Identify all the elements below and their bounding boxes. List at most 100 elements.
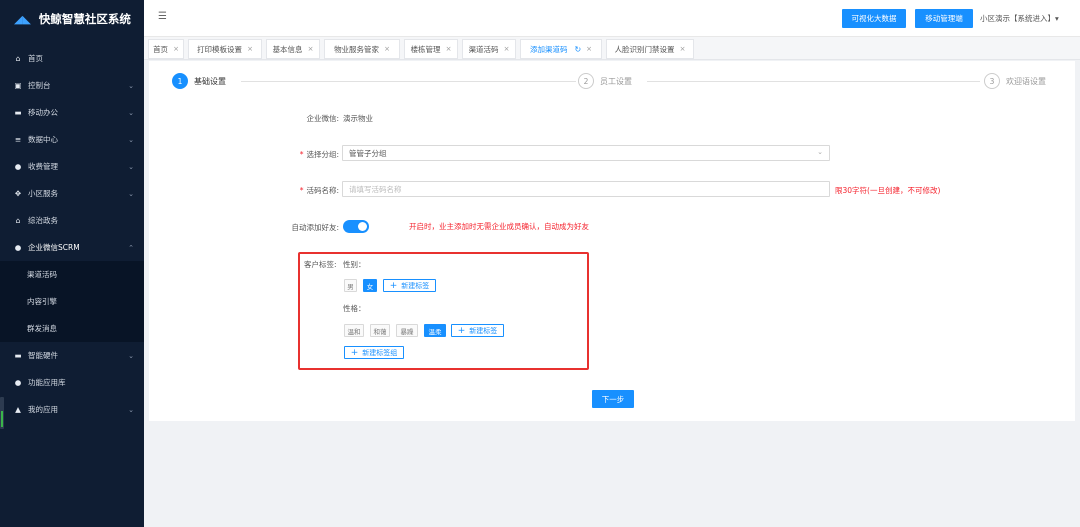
customer-tag-box: 客户标签: 性别： 男 女 + 新建标签 性格： 温和 和蔼 暴躁 温柔 + 新建标… <box>298 252 589 370</box>
close-icon[interactable]: × <box>586 45 592 53</box>
tab-label: 首页 <box>153 44 169 54</box>
auto-friend-hint: 开启时，业主添加时无需企业成员确认，自动成为好友 <box>409 222 589 231</box>
sidebar-item-label: 控制台 <box>28 81 51 90</box>
sidebar-item-label: 我的应用 <box>28 405 58 414</box>
whale-logo-icon: ◢◣ <box>14 12 31 26</box>
sidebar-item-my-apps[interactable]: ▲ 我的应用 ⌄ <box>0 396 144 423</box>
group-select[interactable]: 管管子分组 ⌄ <box>342 145 830 161</box>
close-icon[interactable]: × <box>173 45 179 53</box>
refresh-icon[interactable]: ↻ <box>574 45 581 54</box>
home-icon: ⌂ <box>15 54 21 63</box>
sidebar-item-label: 首页 <box>28 54 43 63</box>
sidebar-item-hardware[interactable]: ▬ 智能硬件 ⌄ <box>0 342 144 369</box>
money-bag-icon: ● <box>14 162 22 171</box>
tab-label: 打印模板设置 <box>197 44 243 54</box>
code-name-hint: 限30字符(一旦创建，不可修改) <box>835 186 941 195</box>
tag-female[interactable]: 女 <box>363 279 377 292</box>
tab-basic-info[interactable]: 基本信息 × <box>266 39 320 59</box>
step-employee-settings[interactable]: 2 员工设置 <box>578 73 632 89</box>
sidebar-subitem-content-engine[interactable]: 内容引擎 <box>0 288 144 315</box>
sidebar-item-billing[interactable]: ● 收费管理 ⌄ <box>0 153 144 180</box>
plus-icon: + <box>457 325 466 336</box>
sidebar-item-community-service[interactable]: ✥ 小区服务 ⌄ <box>0 180 144 207</box>
group-select-value: 管管子分组 <box>349 148 387 158</box>
menu-toggle-icon[interactable]: ☰ <box>158 11 167 22</box>
sidebar-item-home[interactable]: ⌂ 首页 <box>0 45 144 72</box>
tag-gentle[interactable]: 温和 <box>344 324 364 337</box>
sidebar-item-data-center[interactable]: ≡ 数据中心 ⌄ <box>0 126 144 153</box>
close-icon[interactable]: × <box>308 45 314 53</box>
sidebar-item-console[interactable]: ▣ 控制台 ⌄ <box>0 72 144 99</box>
tab-label: 物业服务管家 <box>334 44 380 54</box>
step-basic-settings[interactable]: 1 基础设置 <box>172 73 226 89</box>
sidebar-item-scrm[interactable]: ● 企业微信SCRM ⌃ <box>0 234 144 261</box>
new-tag-button[interactable]: + 新建标签 <box>383 279 436 292</box>
close-icon[interactable]: × <box>504 45 510 53</box>
bigdata-button[interactable]: 可视化大数据 <box>842 9 906 28</box>
auto-friend-label: 自动添加好友: <box>291 223 339 232</box>
sidebar-item-label: 移动办公 <box>28 108 58 117</box>
new-tag-button[interactable]: + 新建标签 <box>451 324 504 337</box>
close-icon[interactable]: × <box>384 45 390 53</box>
enterprise-label: 企业微信: <box>306 114 339 123</box>
close-icon[interactable]: × <box>680 45 686 53</box>
tab-label: 人脸识别门禁设置 <box>614 44 675 54</box>
sidebar-scroll-handle[interactable] <box>0 397 4 429</box>
tab-print-template[interactable]: 打印模板设置 × <box>188 39 262 59</box>
scrm-submenu: 渠道活码 内容引擎 群发消息 <box>0 261 144 342</box>
tab-channel-code[interactable]: 渠道活码 × <box>462 39 516 59</box>
chevron-down-icon: ⌄ <box>128 81 134 90</box>
step-welcome-settings[interactable]: 3 欢迎语设置 <box>984 73 1046 89</box>
plus-icon: + <box>389 280 398 291</box>
tab-home[interactable]: 首页 × <box>148 39 184 59</box>
sidebar-item-governance[interactable]: ⌂ 综治政务 <box>0 207 144 234</box>
customer-tag-label: 客户标签: <box>304 260 337 269</box>
close-icon[interactable]: × <box>247 45 253 53</box>
chevron-down-icon: ⌄ <box>817 148 823 156</box>
tag-irritable[interactable]: 暴躁 <box>396 324 418 337</box>
user-dropdown[interactable]: 小区演示【系统进入】▾ <box>980 13 1059 24</box>
chevron-up-icon: ⌃ <box>128 243 134 252</box>
sidebar-subitem-channel-code[interactable]: 渠道活码 <box>0 261 144 288</box>
sidebar-menu: ⌂ 首页 ▣ 控制台 ⌄ ▬ 移动办公 ⌄ ≡ 数据中心 ⌄ ● 收费管理 ⌄ … <box>0 45 144 423</box>
step-label: 欢迎语设置 <box>1006 76 1046 86</box>
chevron-down-icon: ⌄ <box>128 189 134 198</box>
mobile-admin-button[interactable]: 移动管理端 <box>915 9 973 28</box>
sidebar-item-mobile-office[interactable]: ▬ 移动办公 ⌄ <box>0 99 144 126</box>
close-icon[interactable]: × <box>446 45 452 53</box>
new-tag-group-button[interactable]: + 新建标签组 <box>344 346 404 359</box>
app-library-icon: ● <box>14 378 22 387</box>
app-logo: ◢◣ 快鲸智慧社区系统 <box>0 0 144 38</box>
auto-friend-toggle[interactable] <box>343 220 369 233</box>
sidebar-item-label: 综治政务 <box>28 216 58 225</box>
next-step-button[interactable]: 下一步 <box>592 390 634 408</box>
tag-tender[interactable]: 温柔 <box>424 324 446 337</box>
step-connector <box>241 81 576 82</box>
app-title: 快鲸智慧社区系统 <box>38 12 131 26</box>
tab-property-butler[interactable]: 物业服务管家 × <box>324 39 400 59</box>
sidebar-item-label: 企业微信SCRM <box>28 243 80 252</box>
group-label: * 选择分组: <box>299 150 339 159</box>
chevron-down-icon: ⌄ <box>128 351 134 360</box>
chevron-down-icon: ⌄ <box>128 162 134 171</box>
sidebar-subitem-mass-message[interactable]: 群发消息 <box>0 315 144 342</box>
code-name-label: * 活码名称: <box>299 186 339 195</box>
tag-male[interactable]: 男 <box>344 279 357 292</box>
step-number: 2 <box>578 73 594 89</box>
gender-group-label: 性别： <box>343 260 366 269</box>
step-label: 员工设置 <box>600 76 632 86</box>
sidebar-item-app-library[interactable]: ● 功能应用库 <box>0 369 144 396</box>
tab-add-channel-code[interactable]: 添加渠道码 ↻ × <box>520 39 602 59</box>
hardware-icon: ▬ <box>14 351 22 360</box>
tab-building-management[interactable]: 楼栋管理 × <box>404 39 458 59</box>
step-connector <box>647 81 980 82</box>
government-icon: ⌂ <box>15 216 21 225</box>
top-header: ☰ 可视化大数据 移动管理端 小区演示【系统进入】▾ <box>144 0 1080 37</box>
tab-label: 添加渠道码 <box>529 44 568 54</box>
tab-face-access[interactable]: 人脸识别门禁设置 × <box>606 39 694 59</box>
code-name-input[interactable]: 请填写活码名称 <box>342 181 830 197</box>
tag-kind[interactable]: 和蔼 <box>370 324 390 337</box>
sidebar-item-label: 智能硬件 <box>28 351 58 360</box>
enterprise-value: 演示物业 <box>343 114 373 123</box>
sidebar-item-label: 数据中心 <box>28 135 58 144</box>
